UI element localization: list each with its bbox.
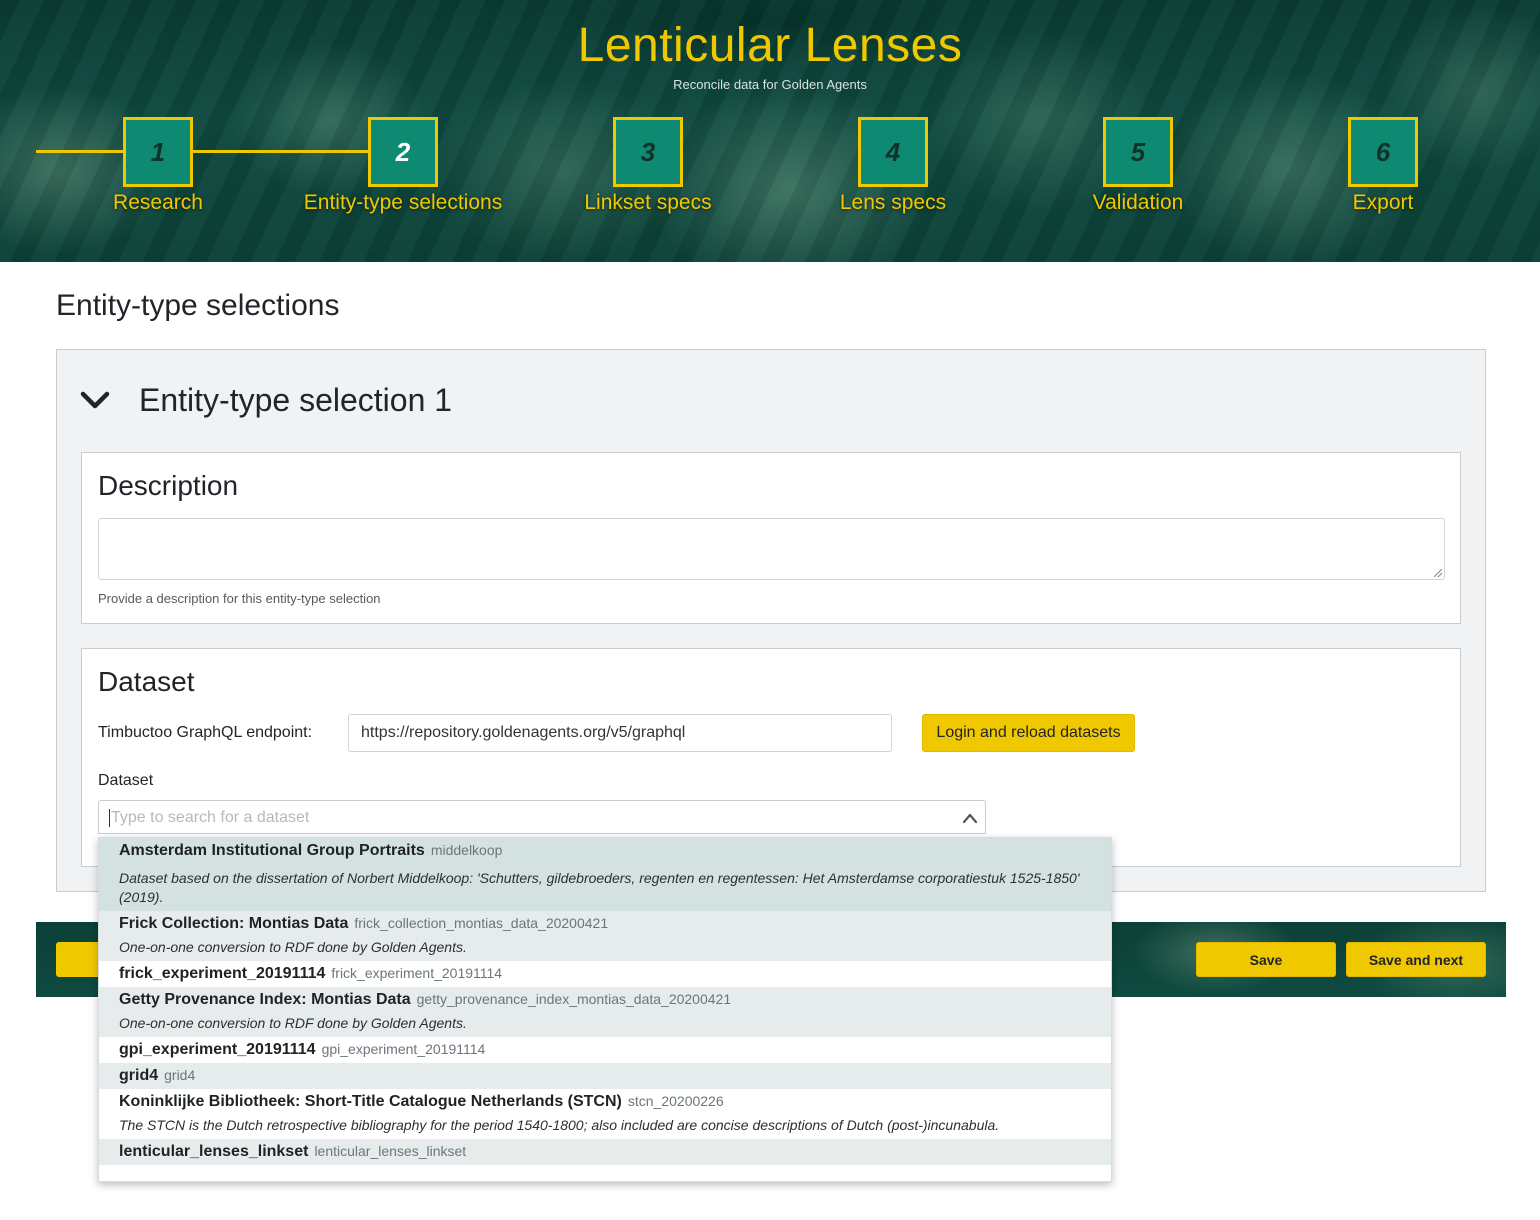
endpoint-input[interactable] — [348, 714, 892, 752]
text-cursor — [109, 809, 110, 827]
endpoint-label: Timbuctoo GraphQL endpoint: — [98, 724, 313, 741]
dataset-option-title: Getty Provenance Index: Montias Data — [119, 991, 411, 1008]
step-label: Research — [113, 191, 203, 214]
dataset-dropdown-list: Amsterdam Institutional Group Portraits m… — [98, 837, 1112, 1182]
dataset-option-id: gpi_experiment_20191114 — [321, 1041, 486, 1057]
step-label: Validation — [1092, 191, 1184, 214]
dataset-option[interactable]: Frick Collection: Montias Data frick_coll… — [99, 911, 1111, 961]
dataset-option-title: Amsterdam Institutional Group Portraits — [119, 842, 425, 859]
dataset-option-description: One-on-one conversion to RDF done by Gol… — [119, 939, 467, 955]
dataset-option-id: middelkoop — [430, 842, 503, 858]
dataset-option[interactable]: lenticular_lenses_linkset lenticular_lens… — [99, 1139, 1111, 1165]
app-title: Lenticular Lenses — [577, 19, 963, 72]
dataset-option-description: The STCN is the Dutch retrospective bibl… — [119, 1117, 1000, 1133]
step-entity-type-selections[interactable]: 2 Entity-type selections — [293, 117, 513, 215]
step-number: 4 — [858, 117, 928, 187]
description-card: Description Provide a description for th… — [81, 452, 1461, 624]
dataset-search-input[interactable]: Type to search for a dataset — [98, 800, 986, 834]
dataset-option-title: Koninklijke Bibliotheek: Short-Title Cat… — [119, 1093, 622, 1110]
dataset-card: Dataset Timbuctoo GraphQL endpoint: Logi… — [81, 648, 1461, 867]
dataset-option-id: getty_provenance_index_montias_data_2020… — [416, 991, 732, 1007]
step-export[interactable]: 6 Export — [1273, 117, 1493, 215]
dataset-option[interactable]: Amsterdam Institutional Group Portraits m… — [99, 838, 1111, 911]
selection-title[interactable]: Entity-type selection 1 — [139, 382, 452, 419]
dataset-option[interactable]: Getty Provenance Index: Montias Data gett… — [99, 987, 1111, 1037]
step-label: Entity-type selections — [303, 191, 503, 214]
app-subtitle: Reconcile data for Golden Agents — [673, 77, 867, 92]
dataset-option-title: gpi_experiment_20191114 — [119, 1041, 316, 1058]
dataset-option-id: grid4 — [164, 1067, 196, 1083]
step-number: 2 — [368, 117, 438, 187]
description-help-text: Provide a description for this entity-ty… — [98, 591, 381, 606]
step-label: Linkset specs — [584, 191, 712, 214]
dataset-option-description: Dataset based on the dissertation of Nor… — [119, 870, 1080, 905]
step-lens-specs[interactable]: 4 Lens specs — [783, 117, 1003, 215]
chevron-down-icon[interactable] — [80, 385, 110, 415]
step-number: 5 — [1103, 117, 1173, 187]
dataset-option[interactable]: grid4 grid4 — [99, 1063, 1111, 1089]
save-and-next-button[interactable]: Save and next — [1346, 942, 1486, 977]
description-heading: Description — [98, 470, 239, 501]
dataset-option-title: grid4 — [119, 1067, 159, 1084]
dataset-option-id: frick_experiment_20191114 — [331, 965, 503, 981]
dataset-option-title: Frick Collection: Montias Data — [119, 915, 349, 932]
dataset-label: Dataset — [98, 772, 154, 789]
login-reload-button[interactable]: Login and reload datasets — [922, 714, 1135, 752]
header-banner: Lenticular Lenses Reconcile data for Gol… — [0, 0, 1540, 262]
dataset-option-id: frick_collection_montias_data_20200421 — [354, 915, 609, 931]
dataset-option[interactable]: Koninklijke Bibliotheek: Short-Title Cat… — [99, 1089, 1111, 1139]
search-placeholder: Type to search for a dataset — [111, 809, 310, 826]
step-linkset-specs[interactable]: 3 Linkset specs — [538, 117, 758, 215]
step-number: 3 — [613, 117, 683, 187]
dataset-option-id: lenticular_lenses_linkset — [314, 1143, 467, 1159]
dataset-option-description: One-on-one conversion to RDF done by Gol… — [119, 1015, 467, 1031]
dataset-option-id: stcn_20200226 — [627, 1093, 724, 1109]
step-validation[interactable]: 5 Validation — [1028, 117, 1248, 215]
step-label: Export — [1352, 191, 1414, 214]
dataset-option-title: lenticular_lenses_linkset — [119, 1143, 309, 1160]
description-textarea[interactable] — [98, 518, 1445, 580]
dataset-option[interactable]: gpi_experiment_20191114 gpi_experiment_20… — [99, 1037, 1111, 1063]
chevron-up-icon[interactable] — [962, 811, 978, 825]
dataset-option[interactable]: frick_experiment_20191114 frick_experimen… — [99, 961, 1111, 987]
save-button[interactable]: Save — [1196, 942, 1336, 977]
page-title: Entity-type selections — [56, 289, 340, 322]
step-number: 1 — [123, 117, 193, 187]
dataset-heading: Dataset — [98, 666, 195, 697]
step-research[interactable]: 1 Research — [48, 117, 268, 215]
dataset-option-title: frick_experiment_20191114 — [119, 965, 326, 982]
step-number: 6 — [1348, 117, 1418, 187]
step-label: Lens specs — [839, 191, 947, 214]
